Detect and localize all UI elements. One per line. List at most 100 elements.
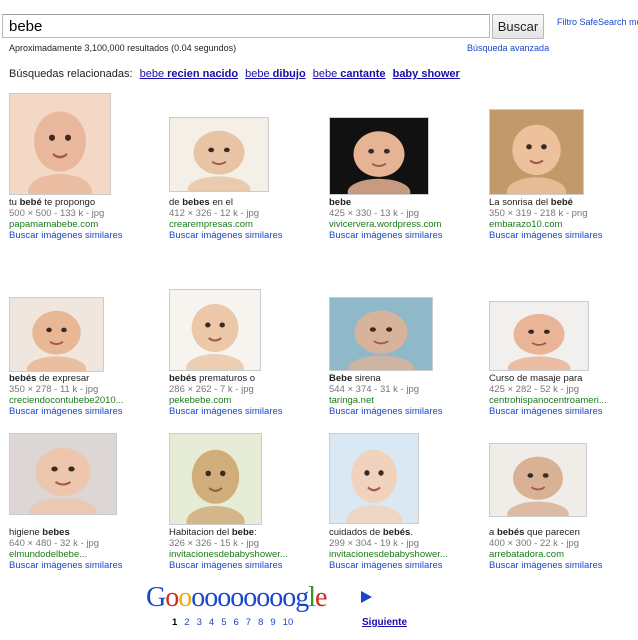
similar-images-link[interactable]: Buscar imágenes similares bbox=[9, 406, 124, 417]
result-url[interactable]: creciendocontubebe2010... bbox=[9, 395, 124, 406]
baby-photo-icon bbox=[490, 302, 588, 370]
search-button[interactable]: Buscar bbox=[492, 14, 544, 39]
result-title[interactable]: bebés prematuros o bbox=[169, 373, 283, 384]
result-url[interactable]: invitacionesdebabyshower... bbox=[169, 549, 288, 560]
baby-photo-icon bbox=[10, 298, 103, 371]
baby-photo-icon bbox=[10, 434, 116, 514]
result-meta: 299 × 304 - 19 k - jpg bbox=[329, 538, 420, 549]
next-arrow-icon[interactable] bbox=[361, 591, 372, 603]
result-thumbnail[interactable] bbox=[489, 443, 587, 517]
result-thumbnail[interactable] bbox=[329, 297, 433, 371]
result-title[interactable]: a bebés que parecen bbox=[489, 527, 603, 538]
logo-letter: o bbox=[243, 582, 257, 613]
result-title[interactable]: La sonrisa del bebé bbox=[489, 197, 603, 208]
result-title[interactable]: Habitacion del bebe: bbox=[169, 527, 288, 538]
result-thumbnail[interactable] bbox=[489, 301, 589, 371]
baby-photo-icon bbox=[490, 444, 586, 516]
page-number-link[interactable]: 8 bbox=[258, 617, 263, 628]
result-title[interactable]: higiene bebes bbox=[9, 527, 123, 538]
result-title[interactable]: cuidados de bebés. bbox=[329, 527, 448, 538]
results-count: Aproximadamente 3,100,000 resultados (0.… bbox=[9, 43, 237, 53]
related-searches: Búsquedas relacionadas: bebe recien naci… bbox=[9, 68, 460, 80]
result-thumbnail[interactable] bbox=[169, 289, 261, 371]
related-label: Búsquedas relacionadas: bbox=[9, 68, 133, 80]
result-title[interactable]: Bebe sirena bbox=[329, 373, 443, 384]
result-thumbnail[interactable] bbox=[489, 109, 584, 195]
advanced-search-link[interactable]: Búsqueda avanzada bbox=[467, 43, 549, 53]
result-url[interactable]: invitacionesdebabyshower... bbox=[329, 549, 448, 560]
result-thumbnail[interactable] bbox=[329, 433, 419, 524]
result-meta: 425 × 282 - 52 k - jpg bbox=[489, 384, 580, 395]
similar-images-link[interactable]: Buscar imágenes similares bbox=[169, 560, 288, 571]
result-caption: bebés prematuros o 286 × 262 - 7 k - jpg… bbox=[169, 373, 283, 417]
result-title[interactable]: bebe bbox=[329, 197, 443, 208]
result-caption: bebe 425 × 330 - 13 k - jpg vivicervera.… bbox=[329, 197, 443, 241]
result-meta: 640 × 480 - 32 k - jpg bbox=[9, 538, 100, 549]
safesearch-link[interactable]: Filtro SafeSearch mo bbox=[557, 17, 638, 27]
related-link[interactable]: baby shower bbox=[393, 68, 460, 80]
similar-images-link[interactable]: Buscar imágenes similares bbox=[169, 230, 283, 241]
logo-letter: o bbox=[282, 582, 296, 613]
similar-images-link[interactable]: Buscar imágenes similares bbox=[489, 560, 603, 571]
logo-letter: o bbox=[230, 582, 244, 613]
result-thumbnail[interactable] bbox=[169, 433, 262, 525]
result-title[interactable]: Curso de masaje para bbox=[489, 373, 607, 384]
similar-images-link[interactable]: Buscar imágenes similares bbox=[329, 406, 443, 417]
page-numbers: 1 2 3 4 5 6 7 8 9 10 bbox=[172, 617, 300, 628]
result-title[interactable]: tu bebé te propongo bbox=[9, 197, 123, 208]
result-caption: de bebes en el 412 × 326 - 12 k - jpg cr… bbox=[169, 197, 283, 241]
result-url[interactable]: taringa.net bbox=[329, 395, 443, 406]
result-url[interactable]: pekebebe.com bbox=[169, 395, 283, 406]
page-number-link[interactable]: 7 bbox=[246, 617, 251, 628]
result-thumbnail[interactable] bbox=[9, 433, 117, 515]
related-link[interactable]: bebe recien nacido bbox=[140, 68, 238, 80]
search-input[interactable] bbox=[2, 14, 490, 38]
result-thumbnail[interactable] bbox=[169, 117, 269, 192]
result-title[interactable]: de bebes en el bbox=[169, 197, 283, 208]
result-url[interactable]: vivicervera.wordpress.com bbox=[329, 219, 443, 230]
logo-letter: o bbox=[191, 582, 205, 613]
pagination-logo: Goooooooooogle bbox=[146, 582, 327, 614]
baby-photo-icon bbox=[330, 434, 418, 523]
result-url[interactable]: embarazo10.com bbox=[489, 219, 603, 230]
logo-letter: o bbox=[217, 582, 231, 613]
result-meta: 425 × 330 - 13 k - jpg bbox=[329, 208, 420, 219]
related-link[interactable]: bebe dibujo bbox=[245, 68, 306, 80]
similar-images-link[interactable]: Buscar imágenes similares bbox=[489, 406, 607, 417]
page-number-link[interactable]: 3 bbox=[197, 617, 202, 628]
baby-photo-icon bbox=[330, 298, 432, 370]
similar-images-link[interactable]: Buscar imágenes similares bbox=[169, 406, 283, 417]
logo-letter: g bbox=[295, 582, 309, 613]
result-url[interactable]: centrohispanocentroameri... bbox=[489, 395, 607, 406]
result-caption: higiene bebes 640 × 480 - 32 k - jpg elm… bbox=[9, 527, 123, 571]
page-number-link[interactable]: 4 bbox=[209, 617, 214, 628]
result-url[interactable]: crearempresas.com bbox=[169, 219, 283, 230]
result-title[interactable]: bebés de expresar bbox=[9, 373, 124, 384]
similar-images-link[interactable]: Buscar imágenes similares bbox=[9, 560, 123, 571]
page-number-link: 1 bbox=[172, 617, 178, 628]
baby-photo-icon bbox=[170, 290, 260, 370]
page-number-link[interactable]: 2 bbox=[184, 617, 189, 628]
similar-images-link[interactable]: Buscar imágenes similares bbox=[329, 230, 443, 241]
page-number-link[interactable]: 10 bbox=[283, 617, 294, 628]
result-meta: 350 × 319 - 218 k - png bbox=[489, 208, 588, 219]
result-url[interactable]: arrebatadora.com bbox=[489, 549, 603, 560]
similar-images-link[interactable]: Buscar imágenes similares bbox=[489, 230, 603, 241]
result-thumbnail[interactable] bbox=[9, 297, 104, 372]
related-link[interactable]: bebe cantante bbox=[313, 68, 386, 80]
result-url[interactable]: papamamabebe.com bbox=[9, 219, 123, 230]
result-thumbnail[interactable] bbox=[329, 117, 429, 195]
result-url[interactable]: elmundodelbebe... bbox=[9, 549, 123, 560]
baby-photo-icon bbox=[330, 118, 428, 194]
similar-images-link[interactable]: Buscar imágenes similares bbox=[329, 560, 448, 571]
result-caption: Bebe sirena 544 × 374 - 31 k - jpg tarin… bbox=[329, 373, 443, 417]
page-number-link[interactable]: 6 bbox=[233, 617, 238, 628]
similar-images-link[interactable]: Buscar imágenes similares bbox=[9, 230, 123, 241]
result-thumbnail[interactable] bbox=[9, 93, 111, 195]
page-number-link[interactable]: 5 bbox=[221, 617, 226, 628]
result-caption: cuidados de bebés. 299 × 304 - 19 k - jp… bbox=[329, 527, 448, 571]
next-page-link[interactable]: Siguiente bbox=[362, 617, 407, 628]
result-caption: Habitacion del bebe: 326 × 326 - 15 k - … bbox=[169, 527, 288, 571]
logo-letter: o bbox=[269, 582, 283, 613]
page-number-link[interactable]: 9 bbox=[270, 617, 275, 628]
